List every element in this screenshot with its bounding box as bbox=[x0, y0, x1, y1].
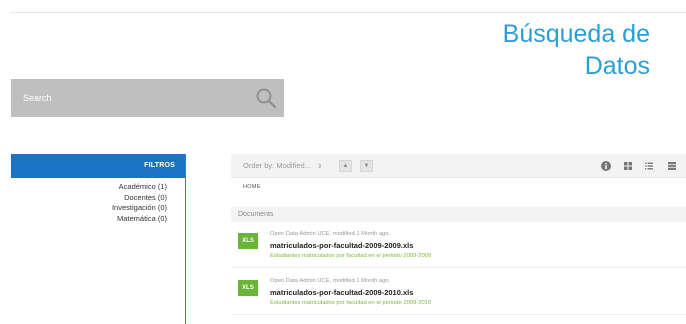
document-title-link[interactable]: matriculados-por-facultad-2009-2009.xls bbox=[270, 241, 413, 250]
page-title-line-2: Datos bbox=[584, 52, 650, 80]
search-icon[interactable] bbox=[255, 87, 277, 109]
filters-header: FILTROS bbox=[11, 154, 185, 178]
top-divider bbox=[10, 12, 686, 13]
filter-item-matematica[interactable]: Matemática (0) bbox=[11, 214, 167, 225]
filter-item-academico[interactable]: Académico (1) bbox=[11, 182, 167, 193]
xls-file-icon[interactable]: XLS bbox=[238, 233, 258, 249]
chevron-updown-icon: ⇕ bbox=[316, 164, 322, 170]
breadcrumb[interactable]: HOME bbox=[243, 184, 261, 190]
document-description: Estudiantes matriculados por facultad en… bbox=[270, 300, 432, 306]
document-description: Estudiantes matriculados por facultad en… bbox=[270, 253, 432, 259]
page-title-line-1: Búsqueda de bbox=[502, 20, 650, 48]
table-view-icon[interactable] bbox=[666, 160, 678, 172]
document-title-link[interactable]: matriculados-por-facultad-2009-2010.xls bbox=[270, 288, 413, 297]
page-title: Búsqueda de Datos bbox=[410, 18, 650, 82]
list-view-icon[interactable] bbox=[643, 160, 655, 172]
filters-panel: FILTROS Académico (1) Docentes (0) Inves… bbox=[11, 154, 186, 324]
search-box bbox=[11, 79, 284, 117]
document-meta: Open Data Admin UCE, modified 1 Month ag… bbox=[270, 231, 391, 237]
filter-item-docentes[interactable]: Docentes (0) bbox=[11, 193, 167, 204]
filter-item-investigacion[interactable]: Investigación (0) bbox=[11, 203, 167, 214]
document-meta: Open Data Admin UCE, modified 1 Month ag… bbox=[270, 278, 391, 284]
order-by-select[interactable]: Order by: Modified... ⇕ bbox=[243, 154, 322, 179]
search-input[interactable] bbox=[11, 79, 251, 117]
results-toolbar: Order by: Modified... ⇕ ▲ ▼ bbox=[231, 154, 686, 178]
documents-section-label: Documents bbox=[231, 207, 686, 222]
info-icon[interactable] bbox=[600, 160, 612, 172]
xls-file-icon[interactable]: XLS bbox=[238, 280, 258, 296]
sort-ascending-button[interactable]: ▲ bbox=[339, 160, 352, 172]
filter-list: Académico (1) Docentes (0) Investigación… bbox=[11, 182, 185, 224]
sort-descending-button[interactable]: ▼ bbox=[360, 160, 373, 172]
document-row: XLS Open Data Admin UCE, modified 1 Mont… bbox=[231, 273, 686, 315]
document-row: XLS Open Data Admin UCE, modified 1 Mont… bbox=[231, 226, 686, 268]
order-by-label: Order by: Modified... bbox=[243, 161, 311, 170]
grid-view-icon[interactable] bbox=[622, 160, 634, 172]
